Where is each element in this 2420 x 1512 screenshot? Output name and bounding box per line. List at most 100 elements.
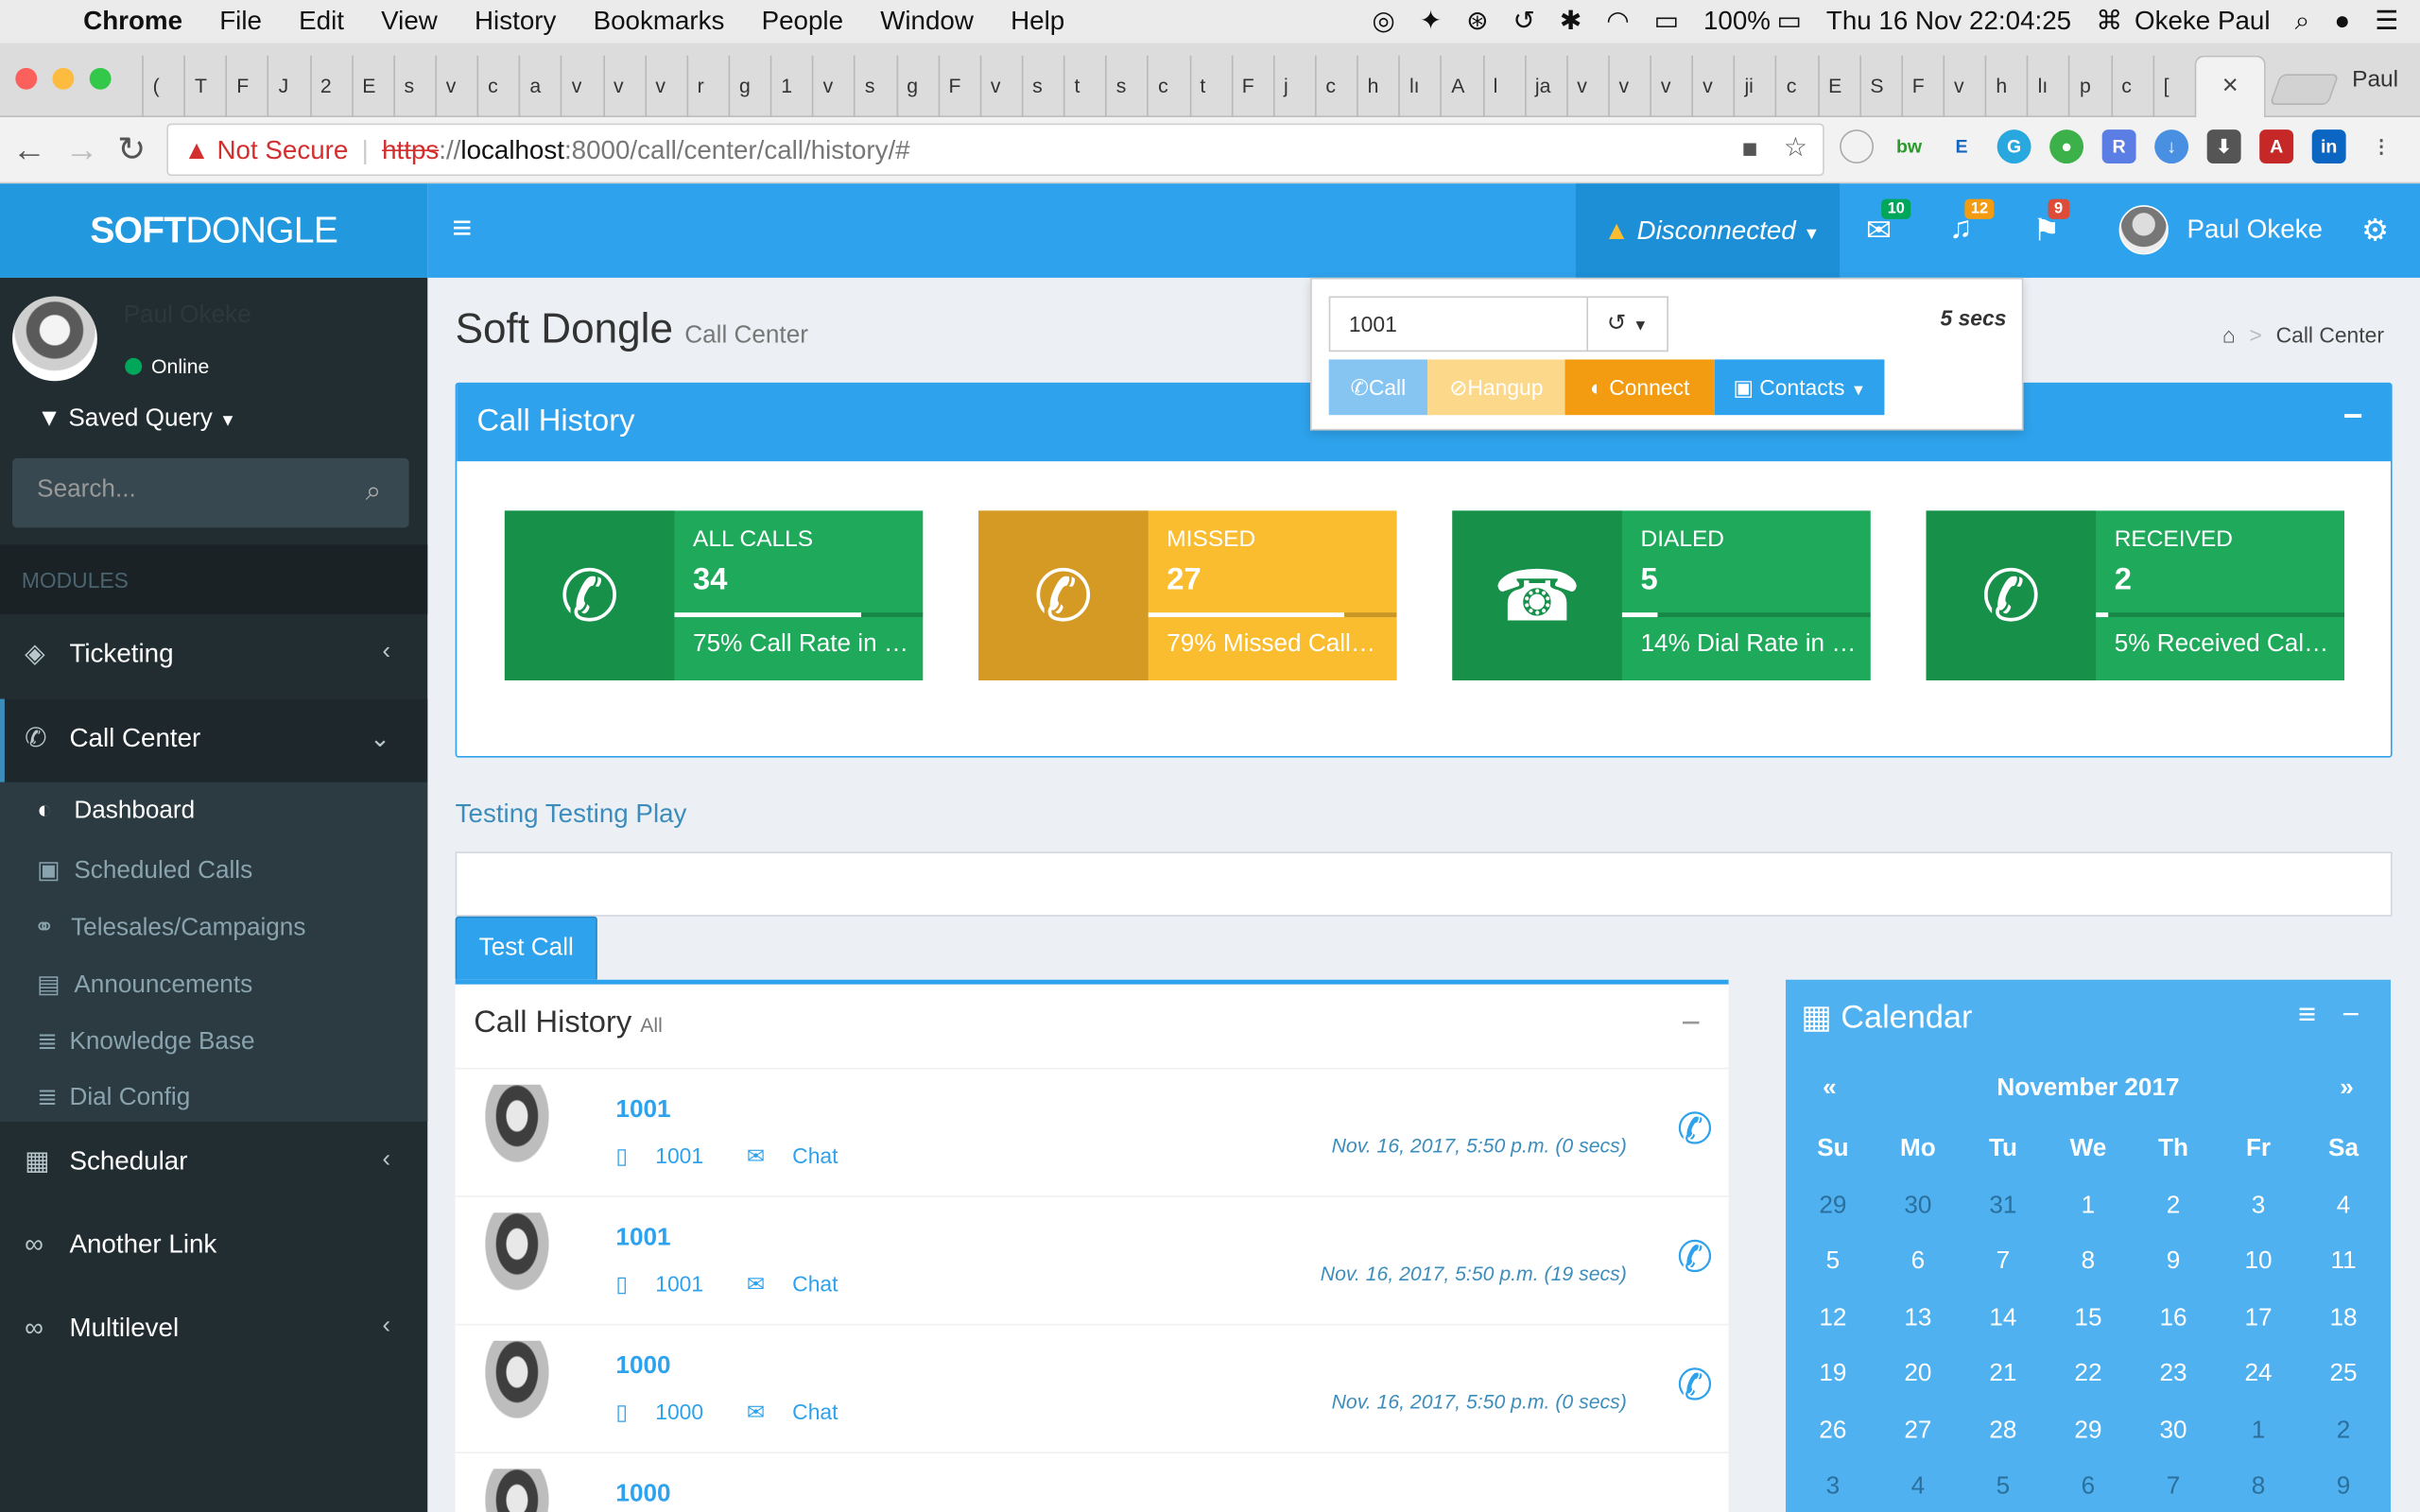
browser-tab[interactable]: a (519, 55, 561, 118)
browser-tab[interactable]: v (602, 55, 645, 118)
menu-bookmarks[interactable]: Bookmarks (594, 7, 725, 38)
spotlight-icon[interactable]: ⌕ (2295, 7, 2310, 38)
grammarly-icon[interactable]: G (1996, 129, 2031, 164)
address-bar[interactable]: ▲ Not Secure | https://localhost:8000/ca… (166, 123, 1824, 177)
calendar-day[interactable]: 9 (2301, 1472, 2386, 1512)
contacts-dropdown[interactable]: ▣ Contacts ▼ (1714, 359, 1885, 416)
calendar-day[interactable]: 6 (2046, 1472, 2131, 1512)
mobile-ext-link[interactable]: ▯ 1001 (615, 1271, 725, 1296)
menu-file[interactable]: File (219, 7, 262, 38)
close-window-icon[interactable] (15, 67, 38, 90)
search-input[interactable] (12, 457, 337, 524)
wifi-icon[interactable]: ◠ (1606, 7, 1629, 38)
browser-tab[interactable]: t (1063, 55, 1105, 118)
call-back-phone-icon[interactable]: ✆ (1677, 1103, 1713, 1154)
pdf-icon[interactable]: A (2259, 129, 2294, 164)
browser-tab[interactable]: v (979, 55, 1021, 118)
security-label[interactable]: Not Secure (216, 136, 348, 165)
calendar-day[interactable]: 19 (1790, 1359, 1876, 1416)
calendar-day[interactable]: 7 (1961, 1246, 2046, 1303)
browser-tab[interactable]: c (1775, 55, 1817, 118)
sidebar-item-another-link[interactable]: ∞ Another Link (0, 1205, 427, 1288)
puzzle-icon[interactable]: ✦ (1420, 7, 1442, 38)
calendar-day[interactable]: 3 (1790, 1472, 1876, 1512)
download-extension-icon[interactable]: ↓ (2154, 129, 2189, 164)
clock[interactable]: Thu 16 Nov 22:04:25 (1826, 7, 2071, 38)
browser-tab[interactable]: E (351, 55, 393, 118)
keyboard-icon[interactable]: ⌘ (2096, 7, 2122, 38)
calendar-day[interactable]: 23 (2131, 1359, 2216, 1416)
notification-center-icon[interactable]: ☰ (2375, 7, 2398, 38)
hangup-button[interactable]: ⊘Hangup (1427, 359, 1565, 416)
calendar-day[interactable]: 13 (1876, 1303, 1961, 1360)
chat-link[interactable]: ✉ Chat (747, 1400, 860, 1424)
browser-tab[interactable]: S (1858, 55, 1901, 118)
calendar-day[interactable]: 15 (2046, 1303, 2131, 1360)
reload-icon[interactable]: ↻ (117, 129, 146, 169)
editor-extension-icon[interactable]: E (1945, 129, 1979, 163)
close-tab-icon[interactable]: × (2222, 69, 2238, 100)
profile-name[interactable]: Paul (2352, 66, 2398, 93)
mobile-ext-link[interactable]: ▯ 1001 (615, 1143, 725, 1168)
submenu-item-knowledge-base[interactable]: ≣ Knowledge Base (37, 1026, 254, 1057)
browser-tab[interactable]: A (1440, 55, 1482, 118)
mobile-ext-link[interactable]: ▯ 1000 (615, 1400, 725, 1424)
calendar-day[interactable]: 6 (1876, 1246, 1961, 1303)
prev-month-button[interactable]: « (1823, 1075, 1837, 1103)
menu-app-name[interactable]: Chrome (83, 7, 182, 38)
calendar-day[interactable]: 22 (2046, 1359, 2131, 1416)
menu-help[interactable]: Help (1011, 7, 1064, 38)
browser-tab[interactable]: ( (142, 55, 183, 118)
call-back-phone-icon[interactable]: ✆ (1677, 1359, 1713, 1410)
browser-tab[interactable]: r (686, 55, 728, 118)
calendar-day[interactable]: 24 (2216, 1359, 2301, 1416)
new-tab-button[interactable] (2269, 74, 2340, 106)
calendar-day[interactable]: 25 (2301, 1359, 2386, 1416)
browser-tab[interactable]: s (1105, 55, 1147, 118)
menu-window[interactable]: Window (880, 7, 974, 38)
connection-status-dropdown[interactable]: ▲ Disconnected ▼ (1575, 183, 1841, 278)
bluetooth-icon[interactable]: ✱ (1560, 7, 1582, 38)
submenu-item-dashboard[interactable]: ◐ Dashboard (37, 798, 195, 825)
calendar-day[interactable]: 16 (2131, 1303, 2216, 1360)
browser-tab[interactable]: v (1691, 55, 1734, 118)
call-button[interactable]: ✆Call (1328, 359, 1428, 416)
browser-tab[interactable]: ja (1524, 55, 1565, 118)
browser-tab[interactable]: J (268, 55, 309, 118)
browser-tab[interactable]: c (1147, 55, 1189, 118)
browser-tab[interactable]: v (644, 55, 686, 118)
calendar-day[interactable]: 31 (1961, 1191, 2046, 1247)
siri-icon[interactable]: ● (2334, 7, 2350, 38)
dial-history-dropdown[interactable]: ↺ ▼ (1587, 296, 1668, 352)
browser-tab[interactable]: p (2068, 55, 2111, 118)
browser-tab[interactable]: lı (2027, 55, 2068, 118)
chat-link[interactable]: ✉ Chat (747, 1271, 860, 1296)
calendar-day[interactable]: 5 (1961, 1472, 2046, 1512)
calendar-day[interactable]: 20 (1876, 1359, 1961, 1416)
submenu-item-dial-config[interactable]: ≣ Dial Config (37, 1081, 190, 1112)
submenu-item-announcements[interactable]: ▤ Announcements (37, 969, 252, 1000)
calendar-day[interactable]: 29 (1790, 1191, 1876, 1247)
test-call-button[interactable]: Test Call (455, 916, 597, 982)
menu-edit[interactable]: Edit (299, 7, 344, 38)
calendar-day[interactable]: 4 (1876, 1472, 1961, 1512)
browser-tab[interactable]: h (1984, 55, 2027, 118)
browser-tab[interactable]: v (1565, 55, 1608, 118)
browser-tab[interactable]: v (1650, 55, 1691, 118)
calendar-day[interactable]: 30 (2131, 1416, 2216, 1472)
sidebar-item-ticketing[interactable]: ◈ Ticketing ‹ (0, 614, 427, 697)
browser-tab[interactable]: 2 (309, 55, 351, 118)
browser-tab[interactable]: lı (1398, 55, 1441, 118)
browser-tab[interactable]: v (1943, 55, 1985, 118)
browser-tab[interactable]: c (1314, 55, 1357, 118)
browser-tab[interactable]: l (1482, 55, 1524, 118)
connect-button[interactable]: ◐ Connect (1564, 359, 1715, 416)
caller-number-link[interactable]: 1000 (615, 1481, 670, 1508)
calendar-day[interactable]: 9 (2131, 1246, 2216, 1303)
browser-tab[interactable]: v (812, 55, 854, 118)
menu-bars-icon[interactable]: ≡ (2298, 998, 2316, 1032)
browser-tab[interactable]: s (854, 55, 895, 118)
chrome-menu-icon[interactable]: ⋮ (2364, 129, 2398, 163)
sidebar-toggle-icon[interactable]: ≡ (452, 208, 486, 248)
submenu-item-telesales[interactable]: ⚭ Telesales/Campaigns (34, 912, 305, 943)
